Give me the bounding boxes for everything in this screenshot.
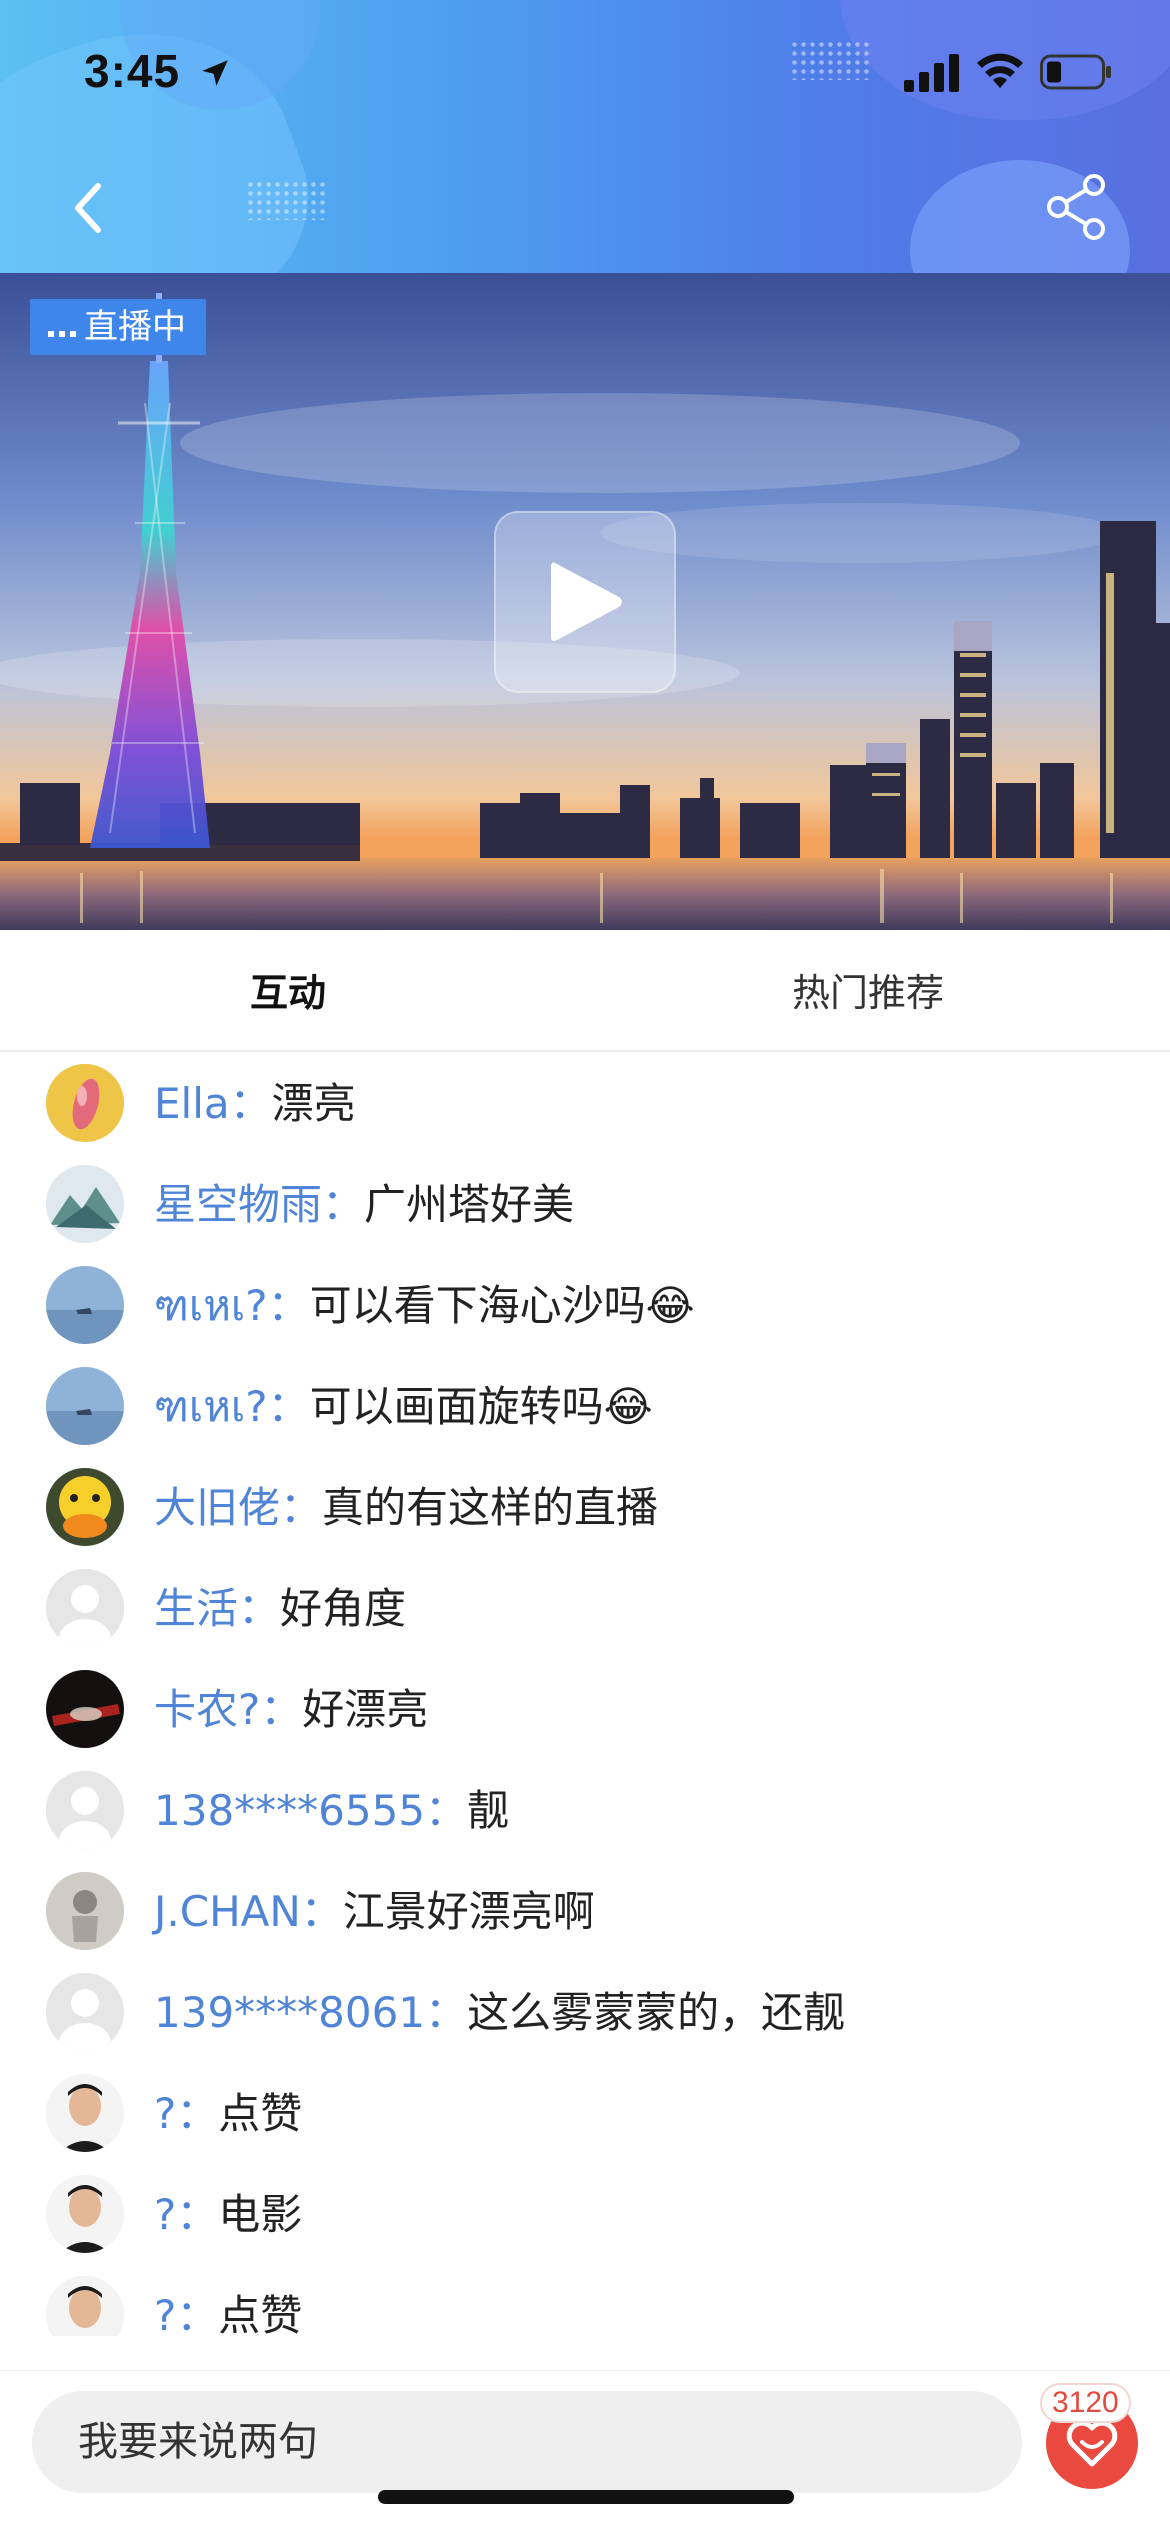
comment-message: 可以画面旋转吗😂: [309, 1382, 653, 1431]
header-bar: 3:45: [0, 0, 1170, 273]
comment-author: 139****8061：: [154, 1988, 468, 2037]
comment-author: 138****6555：: [154, 1786, 468, 1835]
back-button[interactable]: [60, 172, 124, 244]
avatar[interactable]: [46, 1670, 124, 1748]
tab-hot-recommend[interactable]: 热门推荐: [792, 962, 944, 1017]
comment-message: 漂亮: [271, 1079, 356, 1128]
tab-bar: 互动 热门推荐: [0, 930, 1170, 1052]
comment-message: 这么雾蒙蒙的，还靓: [467, 1988, 846, 2037]
play-button[interactable]: [494, 511, 676, 693]
comment-message: 好角度: [280, 1584, 407, 1633]
comment-message: 点赞: [218, 2291, 303, 2336]
comment-list[interactable]: Ella：漂亮 星空物雨：广州塔好美 ฑเหเ?：可以看下海心沙吗😂 ฑเหเ?…: [0, 1054, 1170, 2336]
comment-message: 好漂亮: [302, 1685, 429, 1734]
comment-author: ?：: [154, 2190, 219, 2239]
comment-author: Ella：: [154, 1079, 272, 1128]
list-item: ?：点赞: [0, 2266, 1170, 2336]
avatar[interactable]: [46, 1468, 124, 1546]
comment-author: 卡农?：: [154, 1685, 303, 1734]
list-item: 138****6555：靓: [0, 1761, 1170, 1862]
share-button[interactable]: [1044, 172, 1110, 242]
comment-author: J.CHAN：: [154, 1887, 343, 1936]
wifi-icon: [977, 53, 1023, 88]
list-item: ?：点赞: [0, 2064, 1170, 2165]
comment-author: 星空物雨：: [154, 1180, 365, 1229]
home-indicator[interactable]: [378, 2490, 794, 2504]
avatar[interactable]: [46, 1266, 124, 1344]
list-item: ฑเหเ?：可以画面旋转吗😂: [0, 1357, 1170, 1458]
comment-author: 生活：: [154, 1584, 281, 1633]
comment-author: ?：: [154, 2291, 219, 2336]
live-stream-screen: 3:45 直播中 互动 热门推荐 Ella：漂亮 星空物雨：广州塔好美 ฑเหเ…: [0, 0, 1170, 2532]
comment-message: 靓: [467, 1786, 510, 1835]
avatar[interactable]: [46, 1973, 124, 2051]
status-time: 3:45: [84, 45, 181, 97]
bottom-input-bar: 3120: [0, 2370, 1170, 2532]
live-indicator-icon: [48, 317, 76, 337]
battery-icon: [1040, 54, 1111, 90]
live-status-badge: 直播中: [30, 299, 206, 355]
avatar[interactable]: [46, 1367, 124, 1445]
heart-icon: [1066, 2420, 1118, 2467]
comment-message: 江景好漂亮啊: [342, 1887, 595, 1936]
avatar[interactable]: [46, 1064, 124, 1142]
list-item: 星空物雨：广州塔好美: [0, 1155, 1170, 1256]
avatar[interactable]: [46, 2175, 124, 2253]
location-arrow-icon: [202, 60, 228, 86]
avatar[interactable]: [46, 1165, 124, 1243]
list-item: 生活：好角度: [0, 1559, 1170, 1660]
avatar[interactable]: [46, 1771, 124, 1849]
comment-author: 大旧佬：: [154, 1483, 323, 1532]
avatar[interactable]: [46, 2074, 124, 2152]
avatar[interactable]: [46, 1872, 124, 1950]
tab-interaction[interactable]: 互动: [250, 962, 326, 1017]
comment-message: 真的有这样的直播: [322, 1483, 659, 1532]
comment-author: ฑเหเ?：: [154, 1281, 310, 1330]
comment-message: 电影: [218, 2190, 303, 2239]
comment-input[interactable]: [32, 2391, 1022, 2493]
list-item: J.CHAN：江景好漂亮啊: [0, 1862, 1170, 1963]
play-icon: [551, 562, 622, 641]
comment-message: 点赞: [218, 2089, 303, 2138]
live-badge-label: 直播中: [84, 307, 186, 347]
list-item: 139****8061：这么雾蒙蒙的，还靓: [0, 1963, 1170, 2064]
video-player[interactable]: 直播中: [0, 273, 1170, 930]
like-count-badge: 3120: [1040, 2383, 1131, 2423]
list-item: Ella：漂亮: [0, 1054, 1170, 1155]
list-item: 卡农?：好漂亮: [0, 1660, 1170, 1761]
comment-author: ?：: [154, 2089, 219, 2138]
cellular-signal-icon: [904, 54, 959, 92]
avatar[interactable]: [46, 2276, 124, 2336]
avatar[interactable]: [46, 1569, 124, 1647]
list-item: ฑเหเ?：可以看下海心沙吗😂: [0, 1256, 1170, 1357]
comment-message: 可以看下海心沙吗😂: [309, 1281, 695, 1330]
list-item: 大旧佬：真的有这样的直播: [0, 1458, 1170, 1559]
comment-message: 广州塔好美: [364, 1180, 575, 1229]
comment-author: ฑเหเ?：: [154, 1382, 310, 1431]
list-item: ?：电影: [0, 2165, 1170, 2266]
